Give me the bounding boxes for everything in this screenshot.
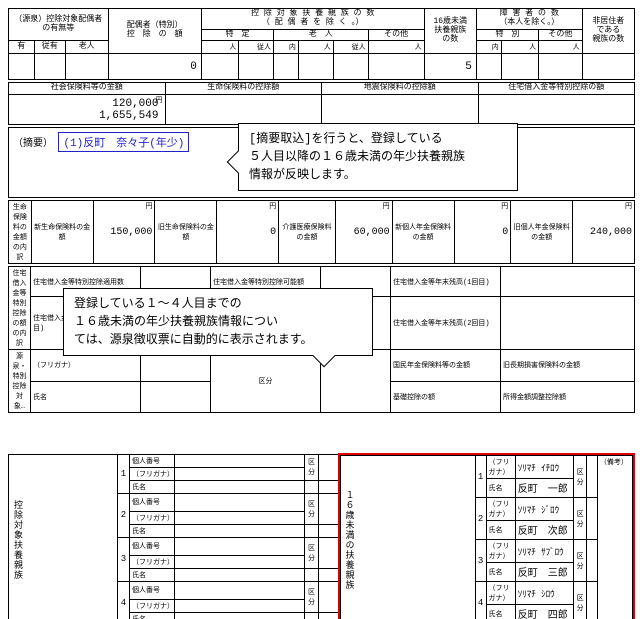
- mid-r3c: 区分: [211, 350, 321, 413]
- dep-r-n1: 1: [475, 456, 486, 498]
- junin2: 従人: [333, 41, 368, 54]
- dep-r2-furi: ｿﾘﾏﾁ ｼﾞﾛｳ: [515, 498, 573, 521]
- col6-l2: である: [596, 26, 620, 35]
- insurance-breakdown: 生命保険料の金額の内訳 新生命保険料の金額 円150,000 旧生命保険料の金額…: [8, 200, 635, 264]
- dep-r1-furi: ｿﾘﾏﾁ ｲﾁﾛｳ: [515, 456, 573, 479]
- col5-l2: （本人を除く。）: [499, 18, 559, 27]
- sub-tokutei: 特 定: [201, 29, 273, 41]
- amounts-row: 社会保険料等の金額 生命保険料の控除額 地震保険料の控除額 住宅借入金等特別控除…: [8, 82, 635, 125]
- juari: 従有: [34, 41, 65, 54]
- mid-side1: 住宅借入金等特別控除の額の内訳: [9, 267, 31, 350]
- ins-c5h: 旧個人年金保険料の金額: [511, 201, 573, 264]
- ins-c2h: 旧生命保険料の金額: [155, 201, 217, 264]
- top-header-table: （源泉）控除対象配偶者 の有無等 配偶者（特別） 控 除 の 額 控 除 対 象…: [8, 8, 635, 80]
- col6-l1: 非居住者: [592, 17, 624, 26]
- yen-mark: 円: [156, 95, 163, 105]
- dep-r3-furi: ｿﾘﾏﾁ ｻﾌﾞﾛｳ: [515, 540, 573, 563]
- dep-n4-left: 4: [118, 581, 130, 619]
- dep-r-n2: 2: [475, 498, 486, 540]
- dep-r-n3: 3: [475, 540, 486, 582]
- dep-r2-name: 反町 次郎: [515, 521, 573, 540]
- col4-l2: 扶養親族: [434, 26, 466, 35]
- sub-tokubetsu: 特 別: [476, 29, 538, 41]
- ins-c3h: 介護医療保険料の金額: [279, 201, 336, 264]
- col1-l2: の有無等: [42, 24, 74, 33]
- col5-l1: 障 害 者 の 数: [500, 9, 559, 18]
- ins-c3v: 60,000: [354, 227, 390, 238]
- junin1: 従人: [239, 41, 274, 54]
- amt-v1b: 1,655,549: [99, 110, 158, 122]
- dep-r1-furi-l: （フリガナ）: [486, 456, 515, 479]
- dep-r3-name: 反町 三郎: [515, 563, 573, 582]
- mid-r2c: 住宅借入金等年末残高(2回目): [391, 297, 501, 350]
- ins-c1h: 新生命保険料の金額: [31, 201, 93, 264]
- mid-r3r1: 国民年金保険料等の金額: [391, 350, 501, 382]
- ins-c1v: 150,000: [110, 227, 152, 238]
- callout-1: [摘要取込]を行うと、登録している ５人目以降の１６歳未満の年少扶養親族 情報が…: [238, 123, 518, 191]
- dep-r-n4: 4: [475, 582, 486, 619]
- dep-r4-furi: ｿﾘﾏﾁ ｼﾛｳ: [515, 582, 573, 605]
- col3-l1: 控 除 対 象 扶 養 親 族 の 数: [251, 9, 374, 18]
- uchi2: 内: [476, 41, 501, 54]
- nin4: 人: [501, 41, 538, 54]
- col3-l2: （ 配 偶 者 を 除 く 。）: [262, 18, 364, 27]
- callout2-l3: ては、源泉徴収票に自動的に表示されます。: [74, 333, 313, 347]
- tekiyo-label: （摘要）: [13, 139, 53, 150]
- nin1: 人: [201, 41, 238, 54]
- uchi1: 内: [274, 41, 299, 54]
- amt-h4: 住宅借入金等特別控除の額: [478, 83, 635, 95]
- val-under16: 5: [424, 54, 476, 80]
- ins-c2v: 0: [270, 227, 276, 238]
- sub-sonota2: その他: [539, 29, 583, 41]
- col4-l3: の数: [442, 35, 458, 44]
- sub-roujin: 老 人: [274, 29, 369, 41]
- mid-r3r2: 旧長期損害保険料の金額: [501, 350, 635, 382]
- nin5: 人: [539, 41, 583, 54]
- dep-r1-name-l: 氏名: [486, 479, 515, 498]
- nin2: 人: [298, 41, 333, 54]
- amt-v1a: 120,000: [112, 98, 158, 110]
- mid-r4r2: 所得金額調整控除額: [501, 381, 635, 413]
- mid-r4r1: 基礎控除の額: [391, 381, 501, 413]
- ins-c4h: 新個人年金保険料の金額: [392, 201, 454, 264]
- roujin-sub: 老人: [65, 41, 108, 54]
- sub-sonota: その他: [368, 29, 424, 41]
- callout-2: 登録している１～４人目までの １６歳未満の年少扶養親族情報につい ては、源泉徴収…: [63, 288, 373, 356]
- dep-r4-name: 反町 四郎: [515, 605, 573, 619]
- dep-side-left: 控除対象扶養親族: [11, 500, 24, 580]
- ins-c5v: 240,000: [590, 227, 632, 238]
- dep-r1-name: 反町 一郎: [515, 479, 573, 498]
- val-haitoku: 0: [108, 54, 201, 80]
- dep-biko: （備考）: [597, 456, 632, 619]
- tekiyo-entry: (1)反町 奈々子(年少): [58, 132, 189, 152]
- mid-r3b: 氏名: [31, 381, 141, 413]
- dep-n2-left: 2: [118, 493, 130, 537]
- dep-r1-kubun: 区分: [574, 456, 587, 498]
- callout1-l1: [摘要取込]を行うと、登録している: [249, 132, 443, 146]
- amt-h1: 社会保険料等の金額: [9, 83, 166, 95]
- col2b: 控 除 の 額: [127, 30, 183, 39]
- col1-l1: （源泉）控除対象配偶者: [14, 15, 102, 24]
- mid-side2: 源泉・特別控除対象…: [9, 350, 31, 413]
- callout2-l2: １６歳未満の年少扶養親族情報につい: [74, 315, 278, 329]
- dep-kubun-l1: 区分: [305, 454, 319, 480]
- callout2-l1: 登録している１～４人目までの: [74, 297, 242, 311]
- nin3: 人: [368, 41, 424, 54]
- amt-h3: 地震保険料の控除額: [322, 83, 479, 95]
- col4-l1: 16歳未満: [433, 17, 467, 26]
- ari: 有: [9, 41, 35, 54]
- callout1-l2: ５人目以降の１６歳未満の年少扶養親族: [249, 150, 465, 164]
- ins-c4v: 0: [502, 227, 508, 238]
- callout1-l3: 情報が反映します。: [249, 168, 356, 182]
- dependent-table: 控除対象扶養親族 1 個人番号 区分 １６歳未満の扶養親族 1 （フリガナ） ｿ…: [8, 453, 635, 619]
- amt-h2: 生命保険料の控除額: [165, 83, 322, 95]
- dep-n1-left: 1: [118, 454, 130, 493]
- ins-side: 生命保険料の金額の内訳: [9, 201, 32, 264]
- mid-r1c: 住宅借入金等年末残高(1回目): [391, 267, 501, 297]
- dep-kojin-1: 個人番号: [130, 454, 175, 467]
- col6-l3: 親族の数: [592, 35, 624, 44]
